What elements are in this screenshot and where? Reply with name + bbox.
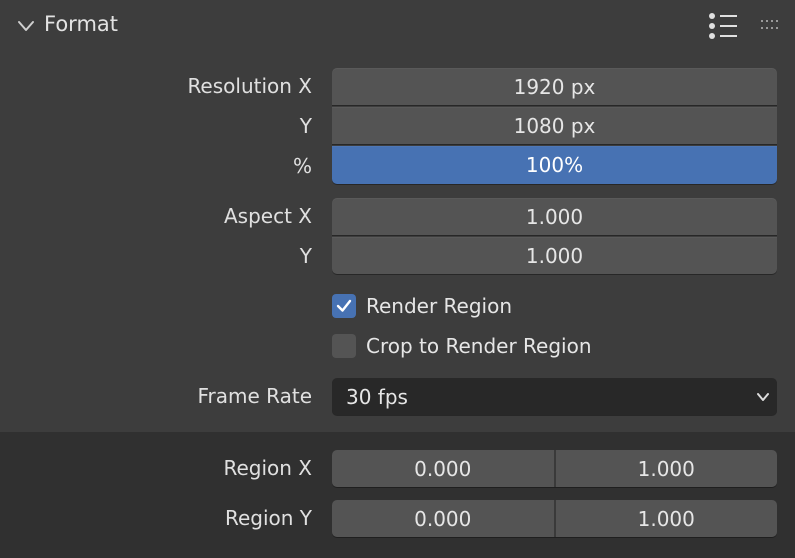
region-x-label: Region X (223, 456, 312, 480)
resolution-x-field[interactable]: 1920 px (332, 68, 777, 105)
chevron-down-icon[interactable] (16, 16, 36, 36)
resolution-percentage-slider[interactable]: 100% (332, 146, 777, 184)
render-region-checkbox[interactable] (332, 294, 356, 318)
region-y-label: Region Y (224, 506, 312, 530)
crop-to-render-region-label[interactable]: Crop to Render Region (366, 334, 592, 358)
aspect-x-label: Aspect X (224, 204, 312, 228)
frame-rate-value: 30 fps (346, 384, 408, 409)
region-y-min-field[interactable]: 0.000 (332, 500, 554, 537)
drag-handle-icon[interactable] (760, 19, 782, 31)
aspect-y-field[interactable]: 1.000 (332, 237, 777, 274)
resolution-y-label: Y (299, 114, 312, 138)
checkmark-icon (336, 299, 352, 312)
resolution-y-field[interactable]: 1080 px (332, 107, 777, 144)
aspect-x-field[interactable]: 1.000 (332, 198, 777, 235)
region-y-fields: 0.000 1.000 (332, 500, 777, 537)
resolution-x-label: Resolution X (187, 74, 312, 98)
list-icon[interactable] (707, 11, 739, 41)
aspect-y-label: Y (299, 244, 312, 268)
region-x-min-field[interactable]: 0.000 (332, 450, 554, 487)
crop-to-render-region-checkbox[interactable] (332, 334, 356, 358)
resolution-percentage-label: % (292, 154, 312, 178)
panel-header[interactable]: Format (0, 0, 795, 52)
panel-title: Format (44, 12, 119, 36)
render-region-label[interactable]: Render Region (366, 294, 512, 318)
region-y-max-field[interactable]: 1.000 (553, 500, 777, 537)
frame-rate-label: Frame Rate (197, 384, 312, 408)
region-x-max-field[interactable]: 1.000 (553, 450, 777, 487)
format-panel: Format Resolution X 1920 px Y 1080 px % … (0, 0, 795, 558)
region-x-fields: 0.000 1.000 (332, 450, 777, 487)
chevron-down-icon (757, 393, 769, 401)
frame-rate-dropdown[interactable]: 30 fps (332, 378, 777, 415)
